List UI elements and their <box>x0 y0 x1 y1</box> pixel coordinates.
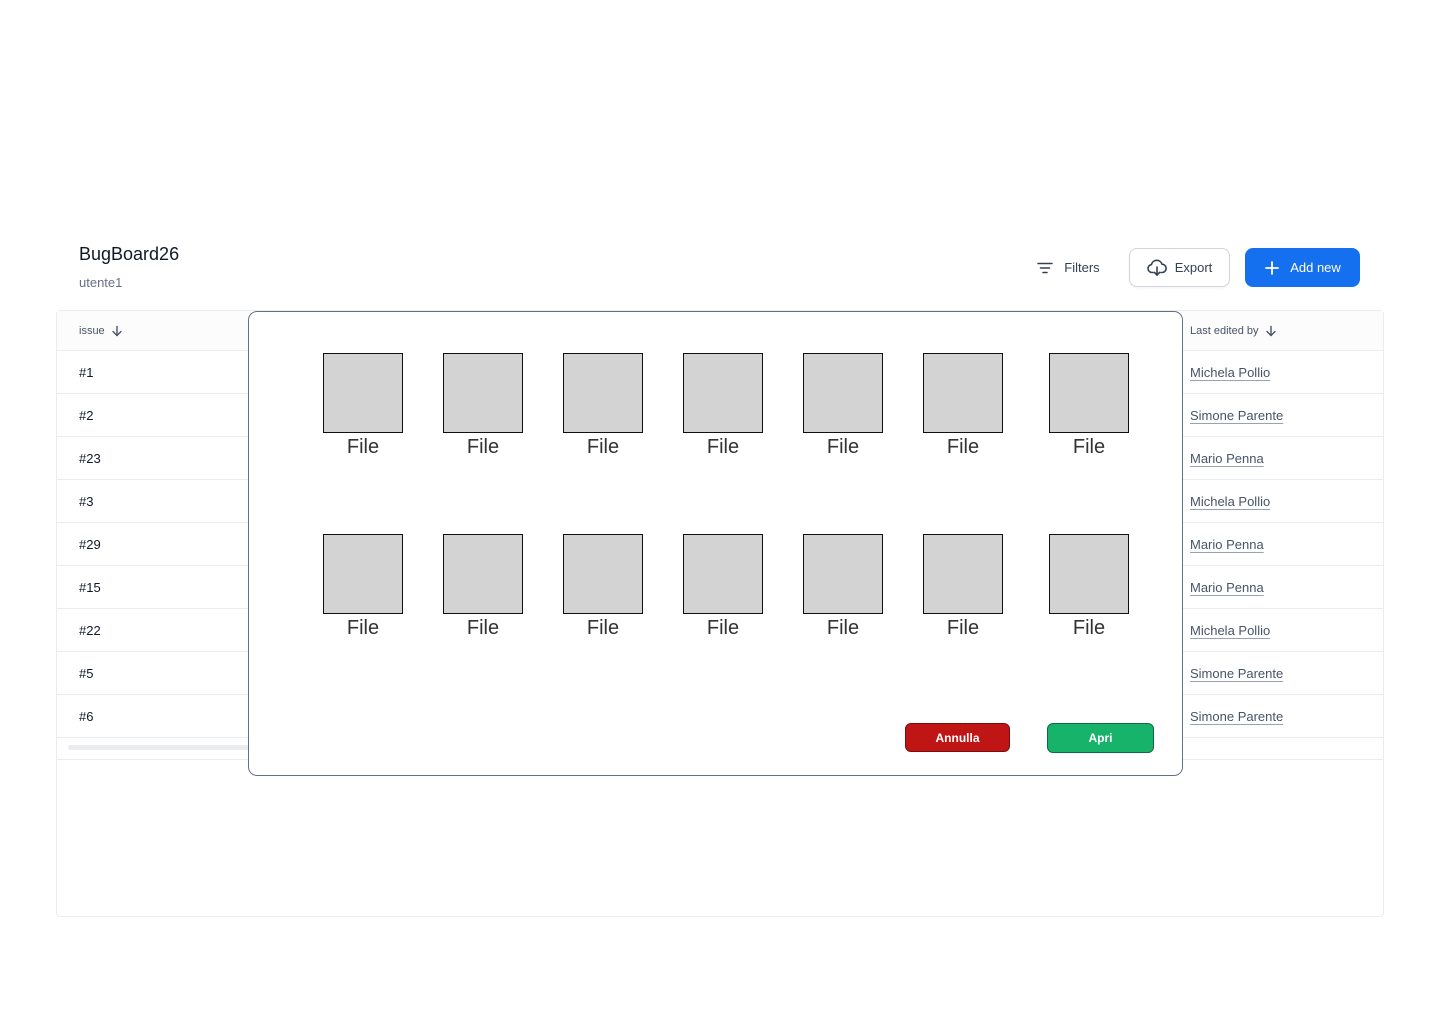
arrow-down-icon <box>111 325 123 337</box>
add-new-label: Add new <box>1290 260 1341 275</box>
file-icon <box>803 353 883 433</box>
file-icon <box>443 534 523 614</box>
editor-link[interactable]: Simone Parente <box>1190 394 1283 436</box>
file-icon <box>683 534 763 614</box>
file-icon <box>683 353 763 433</box>
issue-id: #23 <box>79 450 101 466</box>
file-icon <box>923 353 1003 433</box>
editor-link[interactable]: Michela Pollio <box>1190 351 1270 393</box>
issue-id: #22 <box>79 622 101 638</box>
editor-link[interactable]: Michela Pollio <box>1190 480 1270 522</box>
editor-link[interactable]: Simone Parente <box>1190 652 1283 694</box>
file-name: File <box>466 436 500 458</box>
issue-id: #2 <box>79 407 94 423</box>
scrollbar-thumb[interactable] <box>68 745 258 750</box>
export-label: Export <box>1174 260 1213 275</box>
column-header-last-edited-by-label: Last edited by <box>1190 324 1259 337</box>
cancel-button[interactable]: Annulla <box>905 723 1010 752</box>
column-header-last-edited-by[interactable]: Last edited by <box>1190 311 1277 350</box>
file-item[interactable]: File <box>443 534 523 654</box>
editor-link[interactable]: Simone Parente <box>1190 695 1283 737</box>
file-name: File <box>946 436 980 458</box>
file-name: File <box>706 617 740 639</box>
filters-label: Filters <box>1064 260 1100 275</box>
file-item[interactable]: File <box>683 534 763 654</box>
filter-lines-icon <box>1036 259 1054 277</box>
file-item[interactable]: File <box>803 353 883 473</box>
file-name: File <box>706 436 740 458</box>
file-item[interactable]: File <box>803 534 883 654</box>
issue-id: #15 <box>79 579 101 595</box>
file-name: File <box>586 617 620 639</box>
file-item[interactable]: File <box>923 534 1003 654</box>
editor-link[interactable]: Mario Penna <box>1190 523 1264 565</box>
column-header-issue[interactable]: issue <box>79 311 123 350</box>
file-icon <box>323 353 403 433</box>
file-icon <box>563 534 643 614</box>
file-item[interactable]: File <box>563 353 643 473</box>
file-icon <box>563 353 643 433</box>
file-icon <box>443 353 523 433</box>
file-item[interactable]: File <box>1049 534 1129 654</box>
open-button[interactable]: Apri <box>1047 723 1154 753</box>
filters-button[interactable]: Filters <box>1020 248 1116 287</box>
file-icon <box>1049 353 1129 433</box>
issue-id: #1 <box>79 364 94 380</box>
file-icon <box>923 534 1003 614</box>
user-name: utente1 <box>79 275 123 290</box>
file-name: File <box>346 436 380 458</box>
file-item[interactable]: File <box>323 353 403 473</box>
file-name: File <box>346 617 380 639</box>
file-icon <box>803 534 883 614</box>
page: BugBoard26 utente1 Filters Export Add ne… <box>0 0 1440 1024</box>
file-item[interactable]: File <box>1049 353 1129 473</box>
file-name: File <box>586 436 620 458</box>
file-icon <box>323 534 403 614</box>
file-name: File <box>826 617 860 639</box>
file-item[interactable]: File <box>323 534 403 654</box>
add-new-button[interactable]: Add new <box>1245 248 1360 287</box>
cloud-download-icon <box>1146 259 1167 277</box>
file-item[interactable]: File <box>563 534 643 654</box>
plus-icon <box>1264 260 1280 276</box>
file-icon <box>1049 534 1129 614</box>
editor-link[interactable]: Mario Penna <box>1190 437 1264 479</box>
editor-link[interactable]: Mario Penna <box>1190 566 1264 608</box>
column-header-issue-label: issue <box>79 324 105 337</box>
issue-id: #5 <box>79 665 94 681</box>
file-item[interactable]: File <box>683 353 763 473</box>
file-picker-dialog: File File File File File File File File … <box>248 311 1183 776</box>
editor-link[interactable]: Michela Pollio <box>1190 609 1270 651</box>
file-name: File <box>1072 436 1106 458</box>
issue-id: #3 <box>79 493 94 509</box>
file-name: File <box>1072 617 1106 639</box>
page-title: BugBoard26 <box>79 244 180 264</box>
export-button[interactable]: Export <box>1129 248 1230 287</box>
file-name: File <box>826 436 860 458</box>
file-name: File <box>466 617 500 639</box>
issue-id: #6 <box>79 708 94 724</box>
arrow-down-icon <box>1265 325 1277 337</box>
issue-id: #29 <box>79 536 101 552</box>
file-item[interactable]: File <box>923 353 1003 473</box>
file-name: File <box>946 617 980 639</box>
file-item[interactable]: File <box>443 353 523 473</box>
